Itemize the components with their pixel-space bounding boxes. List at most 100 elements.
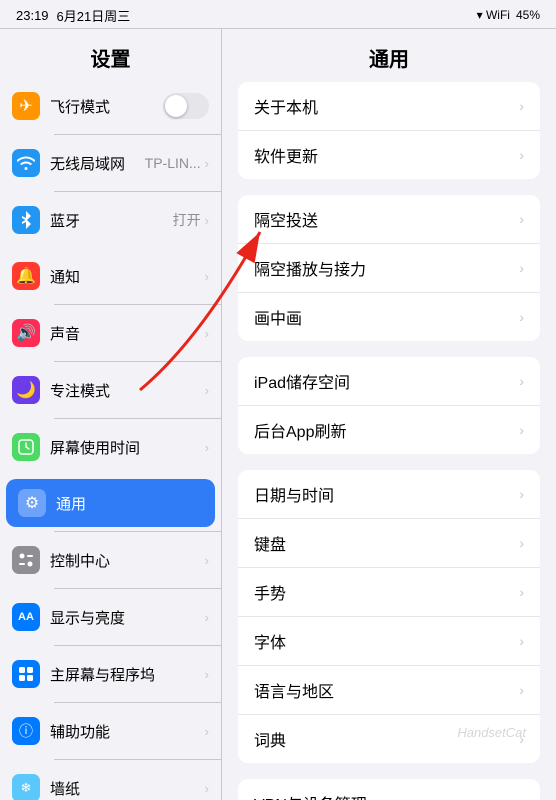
row-label-font: 字体 [254,629,519,653]
notification-icon: 🔔 [12,262,40,290]
sidebar-item-wallpaper[interactable]: ❄ 墙纸 › [0,764,221,800]
divider [54,361,221,362]
row-label-vpn: VPN与设备管理 [254,791,519,800]
battery-indicator: 45% [516,8,540,22]
settings-row-airdrop[interactable]: 隔空投送 › [238,195,540,244]
settings-row-language[interactable]: 语言与地区 › [238,666,540,715]
settings-row-airplay[interactable]: 隔空播放与接力 › [238,244,540,293]
chevron-icon: › [205,213,209,228]
sidebar-item-label: 无线局域网 [50,153,145,174]
settings-row-vpn[interactable]: VPN与设备管理 › [238,779,540,800]
chevron-icon: › [519,486,524,502]
row-label-gesture: 手势 [254,580,519,604]
divider [54,304,221,305]
settings-section-4: 日期与时间 › 键盘 › 手势 › 字体 › 语言与地区 › 词典 › [238,470,540,763]
sidebar-item-focus[interactable]: 🌙 专注模式 › [0,366,221,414]
control-icon [12,546,40,574]
sidebar-item-airplane[interactable]: ✈ 飞行模式 [0,82,221,130]
accessibility-icon: ⓘ [12,717,40,745]
wallpaper-icon: ❄ [12,774,40,800]
settings-row-about[interactable]: 关于本机 › [238,82,540,131]
chevron-icon: › [519,535,524,551]
sidebar-item-homescreen[interactable]: 主屏幕与程序坞 › [0,650,221,698]
sidebar-item-label: 飞行模式 [50,96,163,117]
homescreen-icon [12,660,40,688]
status-bar-left: 23:19 6月21日周三 [16,6,130,25]
divider [54,702,221,703]
row-label-ipad-storage: iPad储存空间 [254,369,519,393]
sidebar-item-accessibility[interactable]: ⓘ 辅助功能 › [0,707,221,755]
sidebar-item-label: 声音 [50,323,205,344]
divider [54,645,221,646]
settings-row-update[interactable]: 软件更新 › [238,131,540,179]
sidebar-item-label: 专注模式 [50,380,205,401]
right-panel: 通用 关于本机 › 软件更新 › 隔空投送 › 隔空播放与接力 › 画中画 [222,29,556,800]
bluetooth-icon [12,206,40,234]
divider [54,134,221,135]
chevron-icon: › [519,633,524,649]
sidebar-item-display[interactable]: AA 显示与亮度 › [0,593,221,641]
settings-row-gesture[interactable]: 手势 › [238,568,540,617]
sidebar-item-label: 通知 [50,266,205,287]
settings-row-font[interactable]: 字体 › [238,617,540,666]
sidebar-item-sound[interactable]: 🔊 声音 › [0,309,221,357]
chevron-icon: › [205,326,209,341]
divider [54,531,221,532]
sidebar-title: 设置 [0,29,221,82]
sidebar: 设置 ✈ 飞行模式 无线局域网 TP-LIN... › [0,29,222,800]
settings-row-keyboard[interactable]: 键盘 › [238,519,540,568]
row-label-update: 软件更新 [254,143,519,167]
sidebar-item-label: 控制中心 [50,550,205,571]
sidebar-item-label: 墙纸 [50,778,205,799]
chevron-icon: › [519,422,524,438]
chevron-icon: › [205,667,209,682]
chevron-icon: › [519,211,524,227]
sidebar-item-label: 显示与亮度 [50,607,205,628]
sound-icon: 🔊 [12,319,40,347]
row-label-keyboard: 键盘 [254,531,519,555]
airplane-toggle[interactable] [163,93,209,119]
sidebar-item-label: 通用 [56,493,203,514]
sidebar-item-notification[interactable]: 🔔 通知 › [0,252,221,300]
sidebar-item-label: 主屏幕与程序坞 [50,664,205,685]
chevron-icon: › [519,584,524,600]
divider [54,418,221,419]
settings-section-1: 关于本机 › 软件更新 › [238,82,540,179]
chevron-icon: › [519,98,524,114]
sidebar-item-label: 蓝牙 [50,210,173,231]
sidebar-bluetooth-value: 打开 [173,210,201,230]
settings-row-datetime[interactable]: 日期与时间 › [238,470,540,519]
sidebar-item-general[interactable]: ⚙ 通用 [6,479,215,527]
chevron-icon: › [519,147,524,163]
chevron-icon: › [205,724,209,739]
wifi-icon: ▾ WiFi [477,8,510,22]
status-time: 23:19 [16,8,49,23]
general-icon: ⚙ [18,489,46,517]
chevron-icon: › [205,610,209,625]
sidebar-item-screentime[interactable]: 屏幕使用时间 › [0,423,221,471]
chevron-icon: › [519,260,524,276]
wifi-icon [12,149,40,177]
row-label-pip: 画中画 [254,305,519,329]
chevron-icon: › [519,309,524,325]
settings-row-ipad-storage[interactable]: iPad储存空间 › [238,357,540,406]
right-panel-title: 通用 [222,29,556,82]
chevron-icon: › [205,269,209,284]
chevron-icon: › [205,383,209,398]
divider [54,588,221,589]
divider [54,759,221,760]
display-icon: AA [12,603,40,631]
status-bar-right: ▾ WiFi 45% [477,8,540,22]
sidebar-item-wifi[interactable]: 无线局域网 TP-LIN... › [0,139,221,187]
screentime-icon [12,433,40,461]
sidebar-item-control[interactable]: 控制中心 › [0,536,221,584]
settings-row-bg-refresh[interactable]: 后台App刷新 › [238,406,540,454]
sidebar-item-bluetooth[interactable]: 蓝牙 打开 › [0,196,221,244]
settings-row-pip[interactable]: 画中画 › [238,293,540,341]
row-label-about: 关于本机 [254,94,519,118]
sidebar-item-label: 辅助功能 [50,721,205,742]
settings-section-2: 隔空投送 › 隔空播放与接力 › 画中画 › [238,195,540,341]
main-container: 设置 ✈ 飞行模式 无线局域网 TP-LIN... › [0,28,556,800]
watermark: HandsetCat [457,725,526,740]
row-label-datetime: 日期与时间 [254,482,519,506]
